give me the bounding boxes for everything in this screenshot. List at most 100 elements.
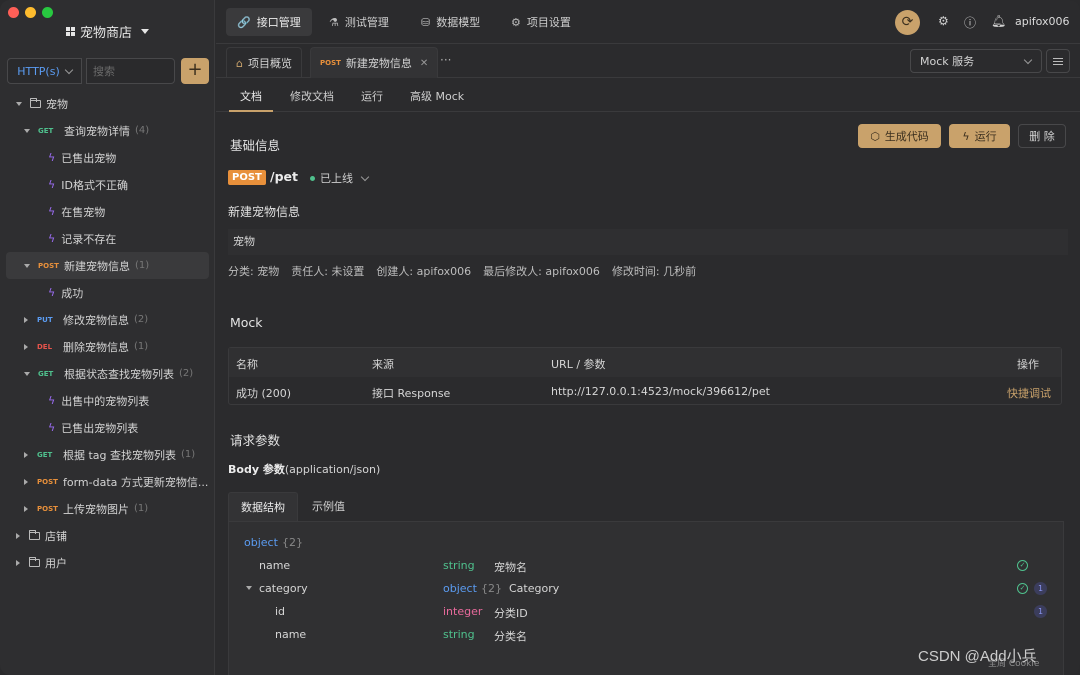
chevron-right-icon[interactable] bbox=[24, 343, 28, 350]
section-title-basic: 基础信息 bbox=[230, 138, 281, 153]
tree-api-item[interactable]: POST form-data 方式更新宠物信... bbox=[0, 468, 215, 495]
chevron-right-icon[interactable] bbox=[24, 505, 28, 512]
tree-case-item[interactable]: ϟ ID格式不正确 bbox=[0, 171, 215, 198]
tree-api-item[interactable]: GET 根据 tag 查找宠物列表 (1) bbox=[0, 441, 215, 468]
settings-icon[interactable]: ⚙ bbox=[938, 14, 949, 28]
tree-folder[interactable]: 宠物 bbox=[0, 90, 215, 117]
tree-folder[interactable]: 店铺 bbox=[0, 522, 215, 549]
tree-item-label: 店铺 bbox=[45, 529, 67, 543]
caret-down-icon bbox=[141, 29, 149, 34]
tree-case-item[interactable]: ϟ 成功 bbox=[0, 279, 215, 306]
tree-case-item[interactable]: ϟ 出售中的宠物列表 bbox=[0, 387, 215, 414]
protocol-select[interactable]: HTTP(s) bbox=[7, 58, 82, 84]
close-window-button[interactable] bbox=[8, 7, 19, 18]
sync-button[interactable]: ⟳ bbox=[895, 10, 920, 35]
tree-api-item[interactable]: GET 根据状态查找宠物列表 (2) bbox=[0, 360, 215, 387]
subtab-advanced-mock[interactable]: 高级 Mock bbox=[410, 88, 464, 104]
app-window: 宠物商店 HTTP(s) + 宠物 GET 查询宠物详情 (4) ϟ 已售出宠物 ϟ ID格式… bbox=[0, 0, 1080, 675]
field-description: Category bbox=[509, 582, 560, 595]
tree-item-label: 上传宠物图片 bbox=[63, 502, 129, 516]
status-select[interactable]: 已上线 bbox=[310, 170, 370, 186]
list-menu-button[interactable] bbox=[1046, 49, 1070, 73]
grid-icon bbox=[65, 27, 75, 36]
chevron-down-icon[interactable] bbox=[246, 586, 252, 590]
tree-case-item[interactable]: ϟ 在售宠物 bbox=[0, 198, 215, 225]
tree-api-item[interactable]: POST 新建宠物信息 (1) bbox=[6, 252, 209, 279]
chevron-right-icon[interactable] bbox=[24, 478, 28, 485]
help-icon[interactable]: ⓘ bbox=[964, 14, 976, 31]
method-badge: POST bbox=[37, 504, 58, 513]
more-tabs-button[interactable]: ··· bbox=[440, 53, 451, 67]
field-name: name bbox=[259, 559, 291, 572]
api-path: /pet bbox=[270, 169, 298, 184]
delete-button[interactable]: 删 除 bbox=[1018, 124, 1066, 148]
chevron-down-icon[interactable] bbox=[24, 371, 30, 376]
add-button[interactable]: + bbox=[181, 58, 209, 84]
watermark-secondary: 全周 Cookie bbox=[988, 659, 1040, 669]
bolt-icon: ϟ bbox=[48, 205, 56, 218]
method-badge: GET bbox=[38, 126, 54, 135]
chevron-right-icon[interactable] bbox=[24, 316, 28, 323]
chevron-down-icon[interactable] bbox=[24, 128, 30, 133]
tree-item-label: form-data 方式更新宠物信... bbox=[63, 475, 209, 489]
username[interactable]: apifox006 bbox=[1015, 15, 1070, 28]
run-button[interactable]: ϟ 运行 bbox=[949, 124, 1010, 148]
quick-debug-link[interactable]: 快捷调试 bbox=[1007, 385, 1051, 401]
meta-category: 分类: 宠物 bbox=[228, 265, 280, 278]
subtab-run[interactable]: 运行 bbox=[361, 88, 383, 104]
tree-item-label: ID格式不正确 bbox=[61, 178, 128, 192]
body-params-label: Body 参数(application/json) bbox=[228, 463, 381, 476]
item-count: (2) bbox=[134, 314, 149, 325]
folder-icon bbox=[29, 529, 40, 540]
tree-case-item[interactable]: ϟ 已售出宠物 bbox=[0, 144, 215, 171]
chevron-down-icon bbox=[1023, 55, 1033, 64]
project-switcher[interactable]: 宠物商店 bbox=[0, 22, 215, 41]
chevron-down-icon[interactable] bbox=[16, 101, 22, 106]
mock-url[interactable]: http://127.0.0.1:4523/mock/396612/pet bbox=[551, 385, 770, 398]
bell-icon[interactable]: 🔔︎ bbox=[991, 14, 1006, 28]
top-tab-0[interactable]: 🔗 接口管理 bbox=[226, 8, 312, 36]
maximize-window-button[interactable] bbox=[42, 7, 53, 18]
close-icon[interactable]: ✕ bbox=[420, 58, 428, 69]
section-title-mock: Mock bbox=[230, 315, 263, 330]
field-name: id bbox=[275, 605, 286, 618]
bolt-icon: ϟ bbox=[48, 421, 56, 434]
tab-new-pet[interactable]: POST 新建宠物信息 ✕ bbox=[310, 47, 439, 78]
tree-item-label: 查询宠物详情 bbox=[64, 124, 130, 138]
bolt-icon: ϟ bbox=[48, 151, 56, 164]
generate-code-button[interactable]: ⬡ 生成代码 bbox=[858, 124, 941, 148]
top-tab-2[interactable]: ⛁ 数据模型 bbox=[410, 8, 491, 36]
required-check-icon: ✓ bbox=[1017, 583, 1028, 594]
chevron-down-icon[interactable] bbox=[24, 263, 30, 268]
tab-project-overview[interactable]: ⌂ 项目概览 bbox=[226, 47, 302, 78]
tree-item-label: 删除宠物信息 bbox=[63, 340, 129, 354]
tree-api-item[interactable]: PUT 修改宠物信息 (2) bbox=[0, 306, 215, 333]
flask-icon: ⚗ bbox=[329, 15, 339, 29]
tab-example[interactable]: 示例值 bbox=[300, 492, 357, 521]
subtab-doc[interactable]: 文档 bbox=[240, 88, 262, 104]
project-title: 宠物商店 bbox=[79, 26, 132, 41]
subtab-edit[interactable]: 修改文档 bbox=[290, 88, 334, 104]
tree-api-item[interactable]: DEL 删除宠物信息 (1) bbox=[0, 333, 215, 360]
folder-icon bbox=[29, 556, 40, 567]
sidebar-search-input[interactable] bbox=[86, 58, 175, 84]
mock-service-select[interactable]: Mock 服务 bbox=[910, 49, 1042, 73]
meta-modifier: 最后修改人: apifox006 bbox=[483, 265, 600, 278]
top-tab-3[interactable]: ⚙ 项目设置 bbox=[500, 8, 582, 36]
chevron-right-icon[interactable] bbox=[16, 532, 20, 539]
method-badge: POST bbox=[38, 261, 59, 270]
minimize-window-button[interactable] bbox=[25, 7, 36, 18]
top-tab-1[interactable]: ⚗ 测试管理 bbox=[318, 8, 400, 36]
chevron-down-icon bbox=[64, 65, 73, 74]
tree-case-item[interactable]: ϟ 记录不存在 bbox=[0, 225, 215, 252]
tab-data-structure[interactable]: 数据结构 bbox=[228, 492, 298, 521]
method-badge: GET bbox=[38, 369, 54, 378]
tree-folder[interactable]: 用户 bbox=[0, 549, 215, 576]
chevron-right-icon[interactable] bbox=[24, 451, 28, 458]
method-badge: PUT bbox=[37, 315, 53, 324]
tree-api-item[interactable]: POST 上传宠物图片 (1) bbox=[0, 495, 215, 522]
tree-api-item[interactable]: GET 查询宠物详情 (4) bbox=[0, 117, 215, 144]
tree-case-item[interactable]: ϟ 已售出宠物列表 bbox=[0, 414, 215, 441]
schema-row: category object {2} Category ✓ 1 bbox=[229, 578, 1063, 600]
chevron-right-icon[interactable] bbox=[16, 559, 20, 566]
